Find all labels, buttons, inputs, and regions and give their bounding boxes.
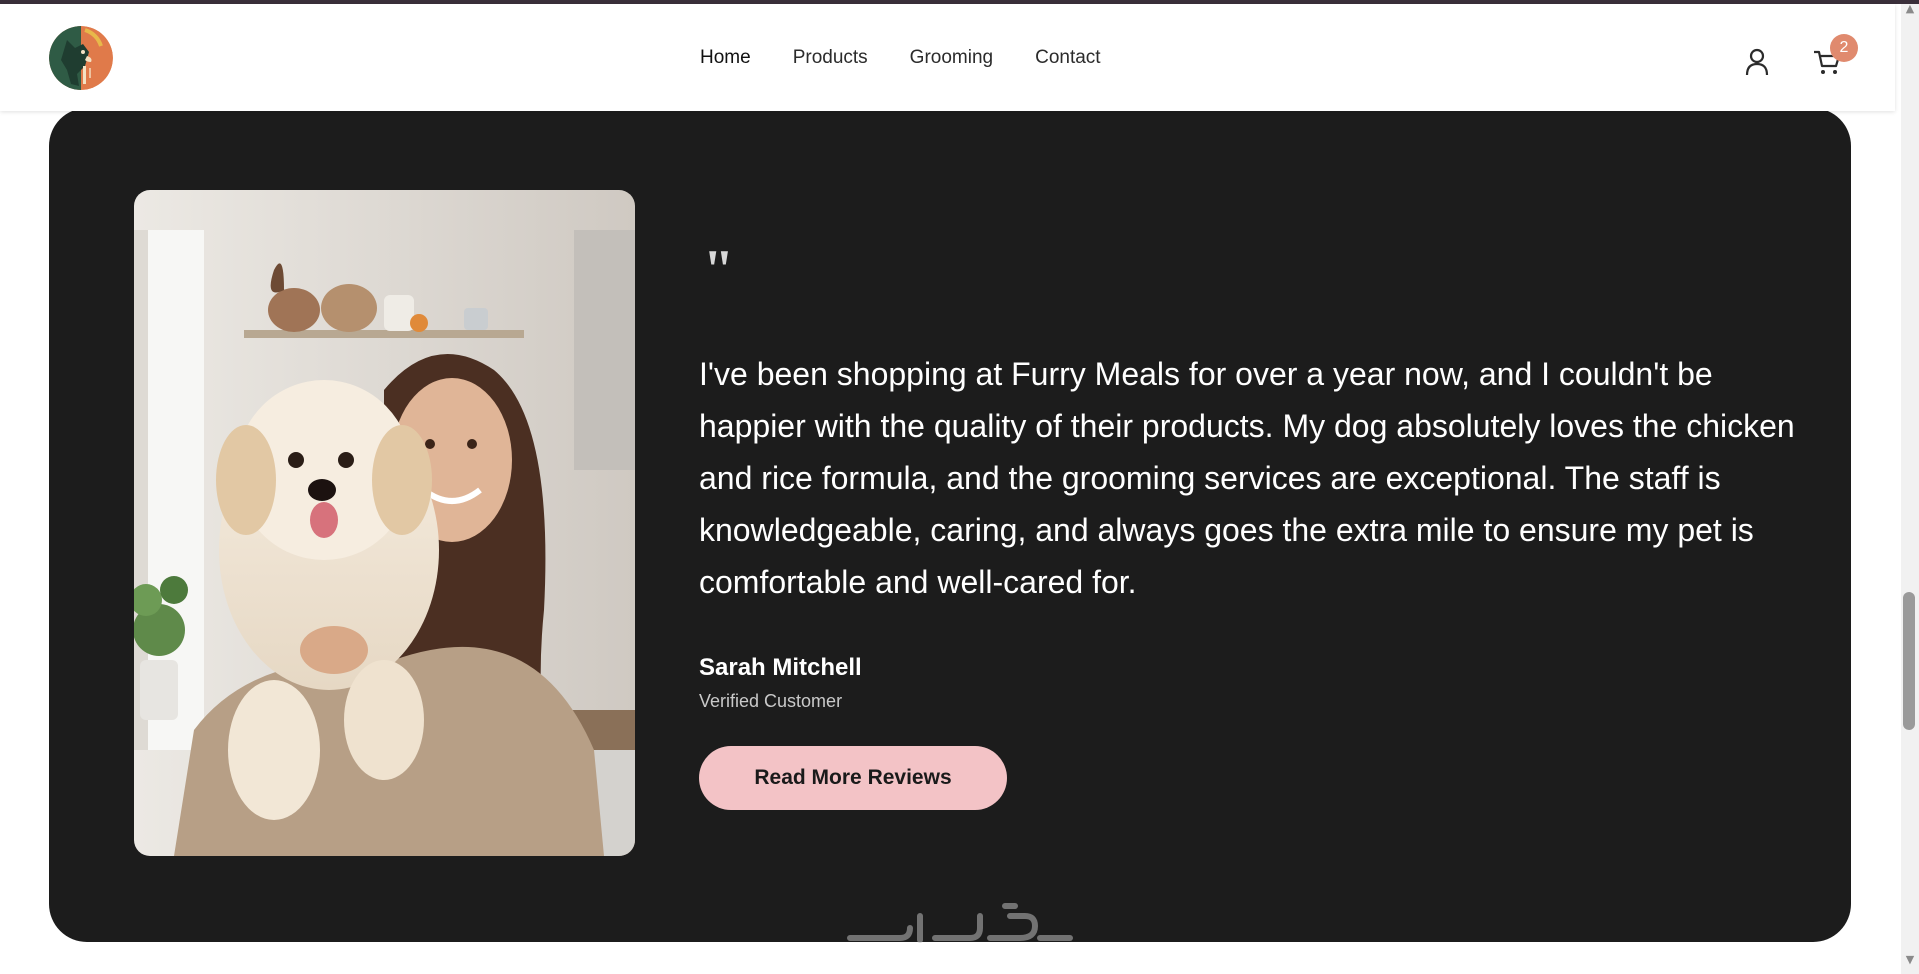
site-header: Home Products Grooming Contact 2 — [0, 4, 1895, 111]
read-more-reviews-button[interactable]: Read More Reviews — [699, 746, 1007, 810]
khamsat-watermark-logo — [840, 898, 1080, 958]
nav-contact-link[interactable]: Contact — [1035, 47, 1100, 69]
nav-products-link[interactable]: Products — [793, 47, 868, 69]
scroll-down-arrow-icon[interactable]: ▼ — [1903, 953, 1917, 967]
user-icon[interactable] — [1744, 48, 1770, 76]
page-scrollbar[interactable] — [1901, 4, 1919, 974]
scroll-up-arrow-icon[interactable]: ▲ — [1903, 2, 1917, 16]
author-name: Sarah Mitchell — [699, 654, 862, 681]
main-nav: Home Products Grooming Contact — [700, 46, 1101, 70]
nav-grooming-link[interactable]: Grooming — [910, 47, 993, 69]
author-role: Verified Customer — [699, 691, 843, 711]
customer-photo — [134, 190, 635, 856]
testimonial-card: " I've been shopping at Furry Meals for … — [49, 108, 1851, 942]
cart-count-badge: 2 — [1830, 34, 1858, 62]
dog-logo-icon[interactable] — [49, 26, 113, 90]
scrollbar-thumb[interactable] — [1903, 592, 1915, 730]
testimonial-quote: I've been shopping at Furry Meals for ov… — [699, 356, 1795, 600]
quote-mark-icon: " — [703, 239, 735, 301]
nav-home-link[interactable]: Home — [700, 47, 751, 69]
